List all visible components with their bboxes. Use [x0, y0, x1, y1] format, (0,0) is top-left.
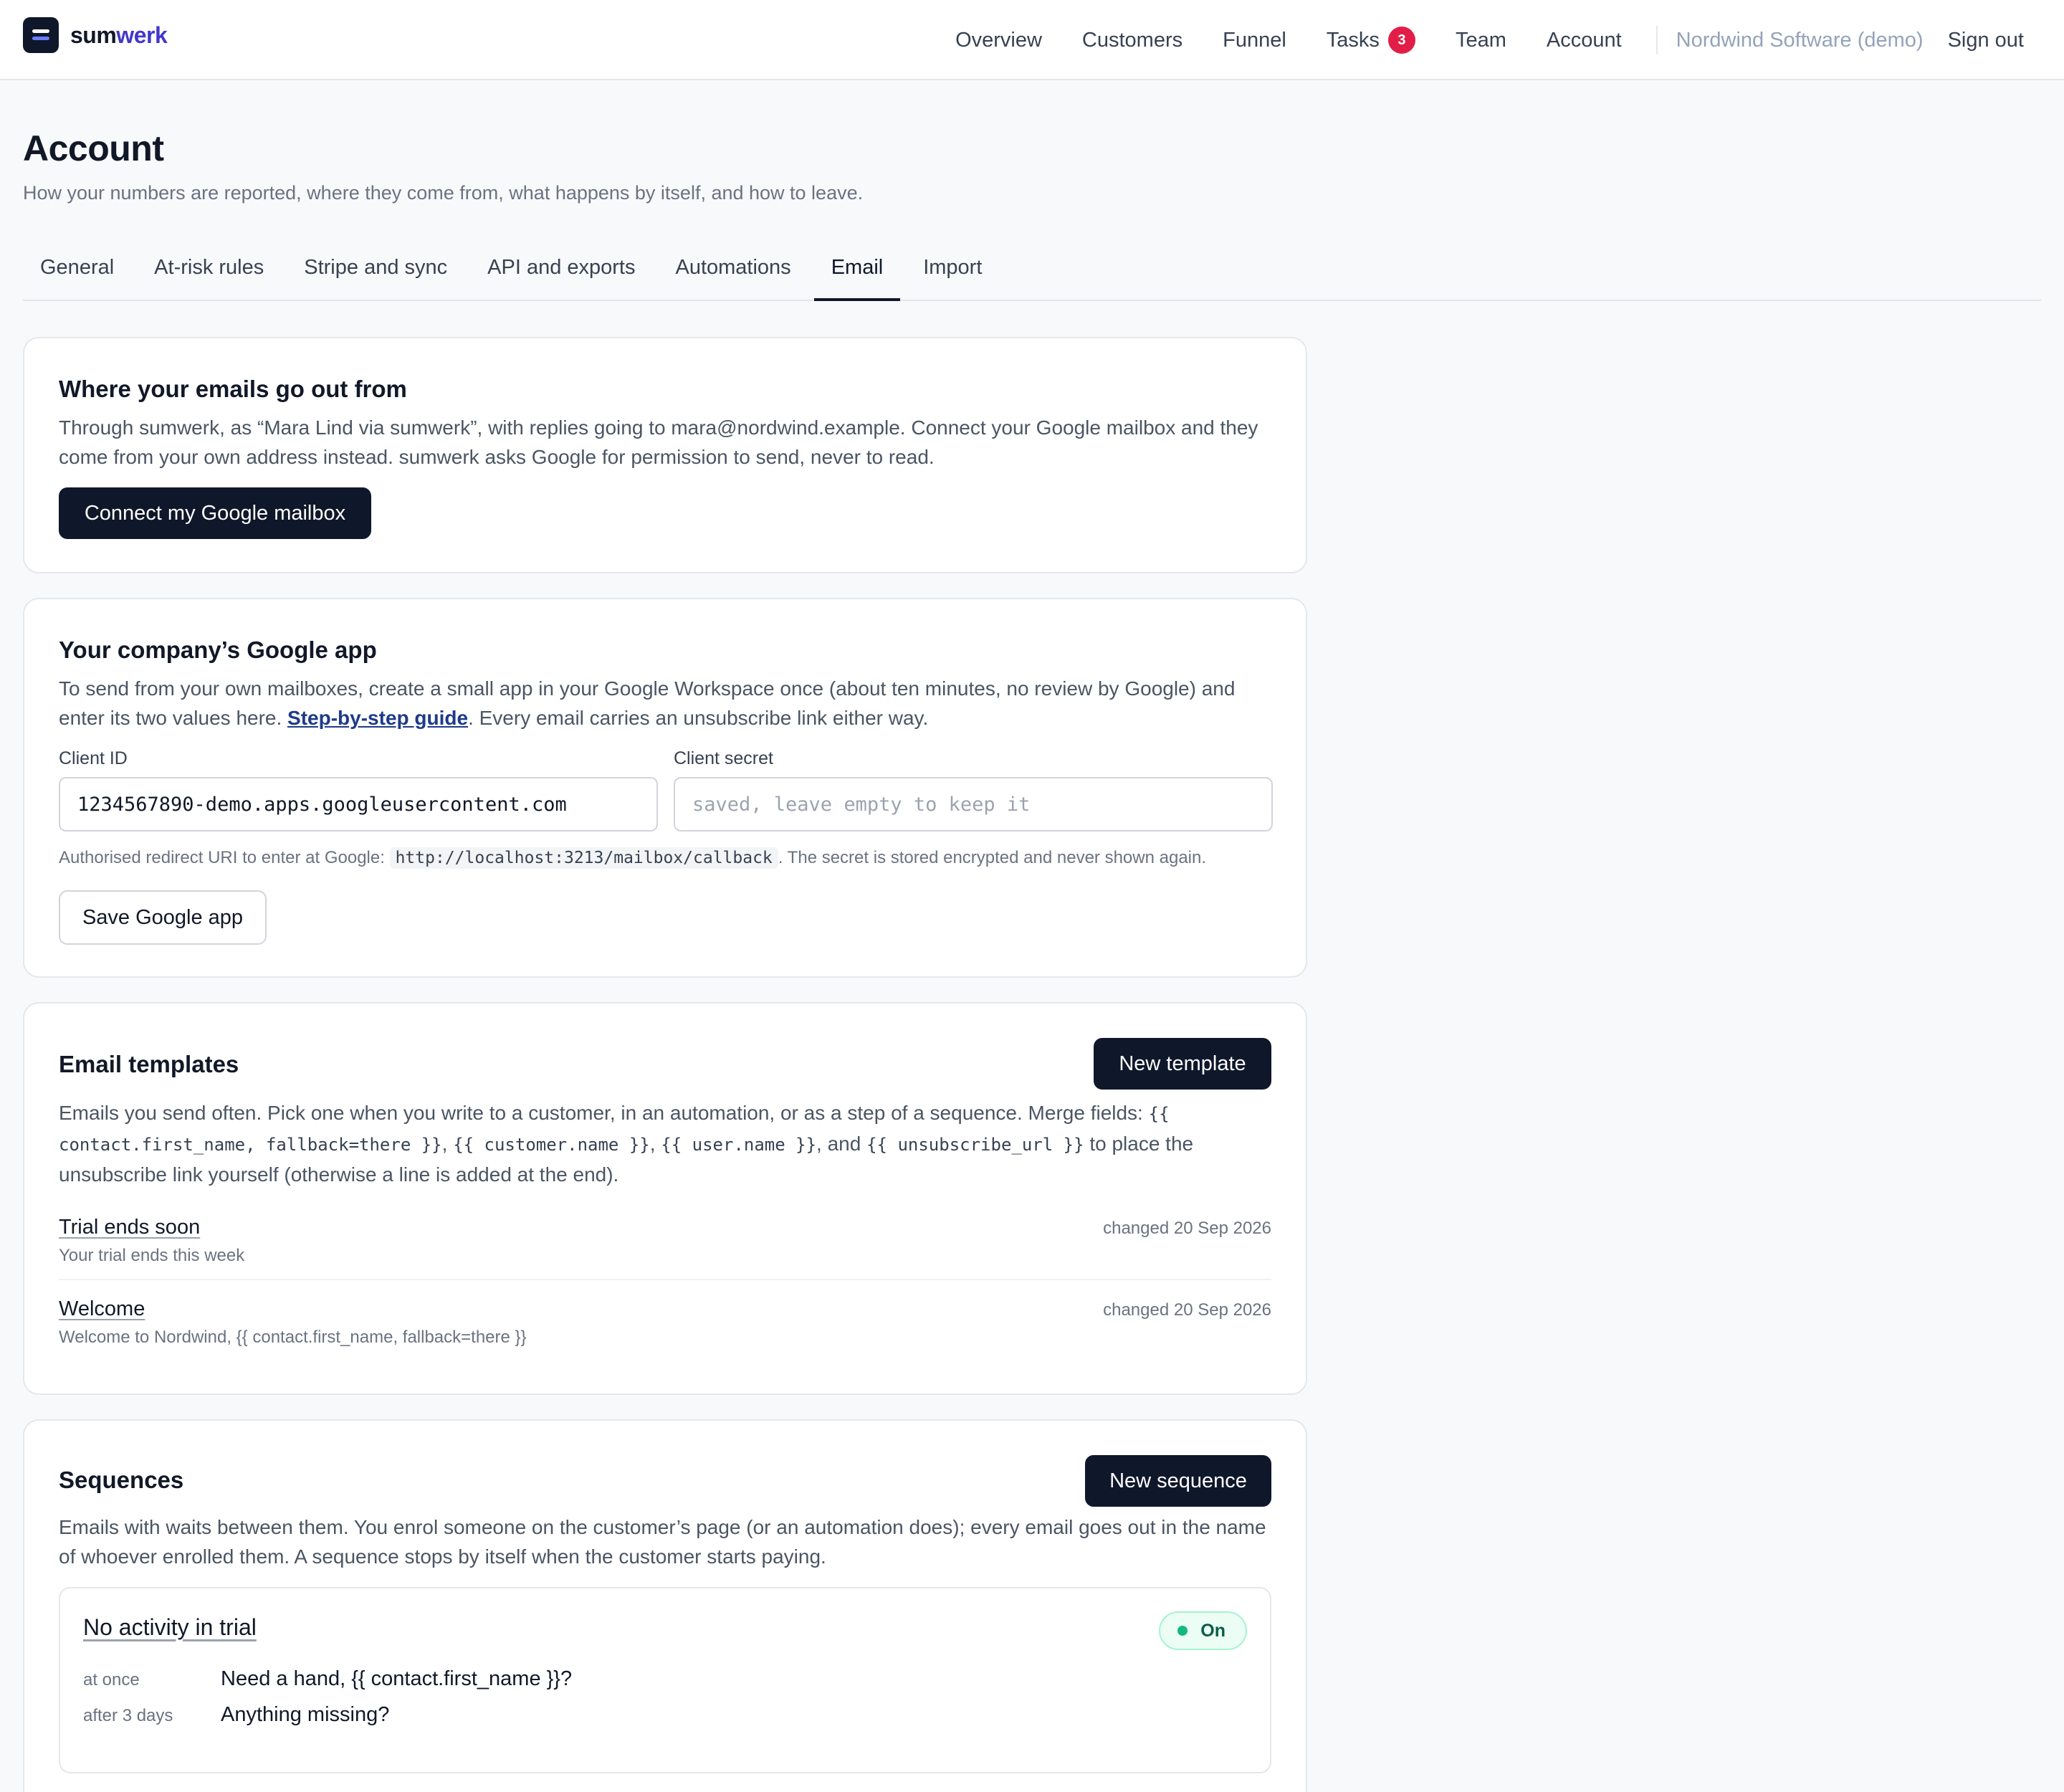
tab-import[interactable]: Import [906, 244, 999, 301]
redirect-uri-code: http://localhost:3213/mailbox/callback [389, 847, 778, 869]
tab-general[interactable]: General [23, 244, 131, 301]
step-subject: Need a hand, {{ contact.first_name }}? [221, 1667, 573, 1690]
client-id-input[interactable]: 1234567890-demo.apps.googleusercontent.c… [59, 777, 658, 831]
tab-stripe-and-sync[interactable]: Stripe and sync [287, 244, 464, 301]
nav-tasks[interactable]: Tasks 3 [1327, 27, 1415, 54]
brand-logo[interactable]: sumwerk [23, 17, 168, 53]
step-delay: after 3 days [83, 1706, 173, 1725]
tab-automations[interactable]: Automations [658, 244, 808, 301]
google-app-card: Your company’s Google app To send from y… [23, 598, 1307, 978]
sending-card-description: Through sumwerk, as “Mara Lind via sumwe… [59, 416, 1258, 468]
nav-team[interactable]: Team [1456, 29, 1506, 52]
email-templates-description: Emails you send often. Pick one when you… [59, 1102, 1194, 1186]
nav-funnel[interactable]: Funnel [1223, 29, 1286, 52]
new-template-button[interactable]: New template [1094, 1038, 1271, 1090]
template-subject: Welcome to Nordwind, {{ contact.first_na… [59, 1328, 527, 1347]
template-name[interactable]: Welcome [59, 1297, 145, 1321]
template-changed-date: changed 20 Sep 2026 [1103, 1219, 1271, 1238]
merge-field-unsubscribe-url: {{ unsubscribe_url }} [866, 1135, 1084, 1155]
merge-field-customer-name: {{ customer.name }} [453, 1135, 650, 1155]
sequence-step: after 3 days Anything missing? [83, 1703, 389, 1727]
sequence-step: at once Need a hand, {{ contact.first_na… [83, 1667, 572, 1691]
template-divider [59, 1279, 1271, 1280]
sequences-card: Sequences New sequence Emails with waits… [23, 1419, 1307, 1792]
google-app-description: To send from your own mailboxes, create … [59, 677, 1236, 729]
step-delay: at once [83, 1670, 140, 1689]
save-google-app-button[interactable]: Save Google app [59, 890, 267, 945]
page-subtitle: How your numbers are reported, where the… [23, 182, 864, 204]
step-subject: Anything missing? [221, 1703, 390, 1726]
step-by-step-guide-link[interactable]: Step-by-step guide [287, 707, 468, 729]
sequences-title: Sequences [59, 1467, 184, 1493]
sending-card-title: Where your emails go out from [59, 376, 407, 402]
main-nav: Overview Customers Funnel Tasks 3 Team Ac… [915, 0, 2024, 80]
template-row[interactable]: Trial ends soon Your trial ends this wee… [59, 1216, 1271, 1285]
nav-customers[interactable]: Customers [1082, 29, 1182, 52]
tab-at-risk-rules[interactable]: At-risk rules [137, 244, 281, 301]
template-row[interactable]: Welcome Welcome to Nordwind, {{ contact.… [59, 1297, 1271, 1366]
redirect-uri-hint: Authorised redirect URI to enter at Goog… [59, 847, 1207, 869]
tab-api-and-exports[interactable]: API and exports [470, 244, 652, 301]
new-sequence-button[interactable]: New sequence [1085, 1455, 1271, 1507]
email-templates-title: Email templates [59, 1051, 239, 1077]
client-id-label: Client ID [59, 748, 128, 768]
google-app-card-title: Your company’s Google app [59, 637, 377, 663]
sequence-status-toggle[interactable]: On [1159, 1611, 1247, 1650]
sending-card: Where your emails go out from Through su… [23, 337, 1307, 573]
connect-google-mailbox-button[interactable]: Connect my Google mailbox [59, 487, 371, 539]
tab-email[interactable]: Email [813, 244, 901, 301]
client-secret-input[interactable]: saved, leave empty to keep it [674, 777, 1273, 831]
top-navigation-bar: sumwerk Overview Customers Funnel Tasks 3… [0, 0, 2064, 80]
email-templates-card: Email templates New template Emails you … [23, 1002, 1307, 1395]
sumwerk-logo-icon [23, 17, 59, 53]
merge-field-user-name: {{ user.name }} [661, 1135, 817, 1155]
status-dot-icon [1177, 1626, 1188, 1636]
client-secret-label: Client secret [674, 748, 773, 768]
nav-divider [1656, 26, 1658, 54]
tasks-count-badge: 3 [1387, 27, 1415, 54]
template-name[interactable]: Trial ends soon [59, 1216, 200, 1239]
organization-name: Nordwind Software (demo) [1676, 28, 1924, 52]
nav-overview[interactable]: Overview [955, 29, 1042, 52]
sequences-description: Emails with waits between them. You enro… [59, 1516, 1266, 1568]
sign-out-link[interactable]: Sign out [1948, 29, 2024, 52]
sequence-item: No activity in trial On at once Need a h… [59, 1587, 1271, 1773]
page-title: Account [23, 128, 164, 168]
nav-account[interactable]: Account [1547, 29, 1622, 52]
brand-name: sumwerk [70, 22, 168, 48]
account-tabs: General At-risk rules Stripe and sync AP… [23, 244, 2041, 301]
sequence-name[interactable]: No activity in trial [83, 1614, 257, 1641]
template-changed-date: changed 20 Sep 2026 [1103, 1300, 1271, 1320]
template-subject: Your trial ends this week [59, 1246, 245, 1265]
